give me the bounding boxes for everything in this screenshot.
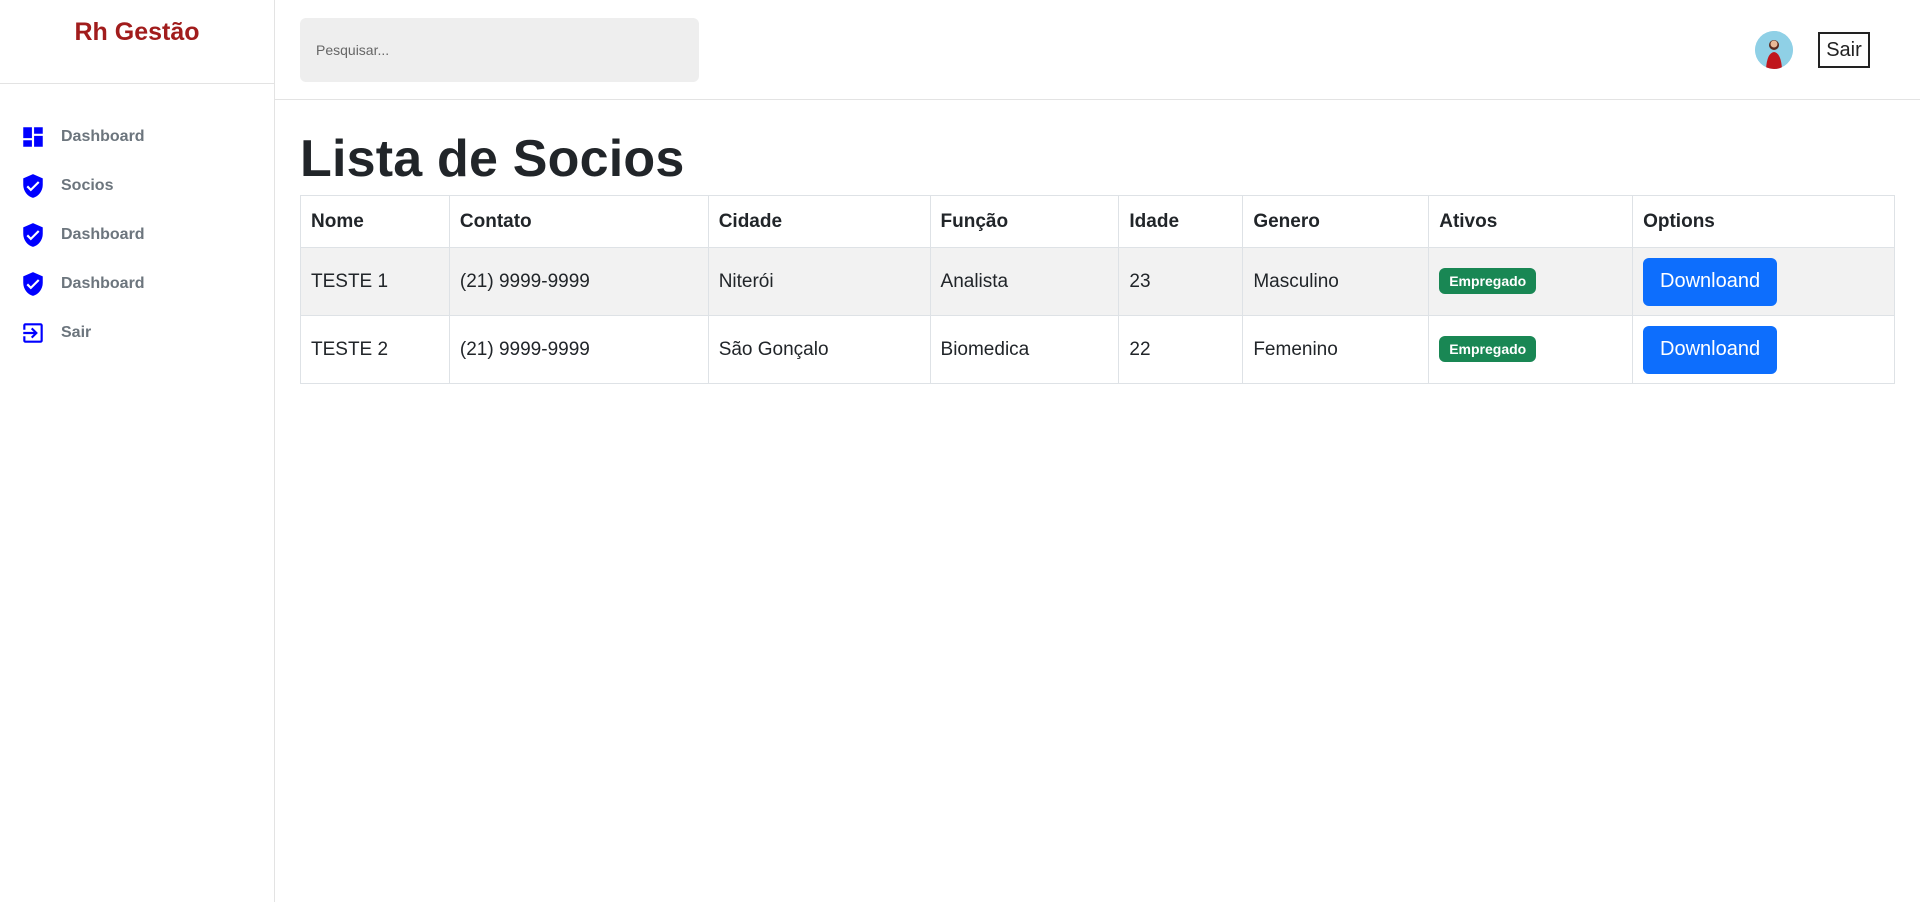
- cell-text: Femenino: [1253, 338, 1338, 360]
- cell-text: 22: [1129, 338, 1151, 360]
- brand-title[interactable]: Rh Gestão: [74, 18, 199, 46]
- main-content: Lista de Socios Nome Contato Cidade Funç…: [300, 100, 1896, 384]
- sidebar-item-dashboard-2[interactable]: Dashboard: [0, 210, 274, 259]
- table-row: TESTE 2 (21) 9999-9999 São Gonçalo Biome…: [300, 315, 1895, 384]
- cell-text: TESTE 2: [311, 338, 389, 360]
- status-badge: Empregado: [1439, 335, 1537, 362]
- top-bar: Sair: [275, 0, 1920, 100]
- sidebar-nav: Dashboard Socios Dashboard Dashboard Sai…: [0, 84, 274, 357]
- dashboard-icon: [20, 124, 46, 150]
- cell-options: Downloand: [1632, 247, 1895, 316]
- cell-cidade: Niterói: [707, 247, 931, 316]
- cell-contato: (21) 9999-9999: [448, 247, 709, 316]
- status-badge: Empregado: [1439, 267, 1537, 294]
- cell-text: Analista: [940, 270, 1009, 292]
- sidebar-item-dashboard[interactable]: Dashboard: [0, 112, 274, 161]
- sidebar-item-socios[interactable]: Socios: [0, 161, 274, 210]
- cell-text: São Gonçalo: [718, 338, 829, 360]
- download-button[interactable]: Downloand: [1643, 325, 1778, 374]
- sidebar-item-label: Dashboard: [61, 274, 145, 292]
- cell-text: Biomedica: [940, 338, 1030, 360]
- column-header-idade: Idade: [1118, 195, 1244, 248]
- shield-check-icon: [20, 271, 46, 297]
- cell-text: Niterói: [718, 270, 774, 292]
- download-button[interactable]: Downloand: [1643, 257, 1778, 306]
- cell-text: (21) 9999-9999: [459, 270, 590, 292]
- cell-idade: 22: [1118, 315, 1244, 384]
- cell-options: Downloand: [1632, 315, 1895, 384]
- sidebar-item-label: Dashboard: [61, 225, 145, 243]
- cell-cidade: São Gonçalo: [707, 315, 931, 384]
- column-header-options: Options: [1632, 195, 1895, 248]
- cell-ativo: Empregado: [1428, 247, 1634, 316]
- cell-funcao: Analista: [929, 247, 1120, 316]
- partners-table: Nome Contato Cidade Função Idade Genero …: [300, 195, 1895, 384]
- column-header-funcao: Função: [929, 195, 1120, 248]
- table-header-row: Nome Contato Cidade Função Idade Genero …: [300, 195, 1895, 248]
- sidebar: Rh Gestão Dashboard Socios Dashboard Das…: [0, 0, 275, 902]
- logout-icon: [20, 320, 46, 346]
- shield-check-icon: [20, 222, 46, 248]
- cell-text: Masculino: [1253, 270, 1339, 292]
- sidebar-item-label: Socios: [61, 176, 114, 194]
- sidebar-item-dashboard-3[interactable]: Dashboard: [0, 259, 274, 308]
- cell-text: TESTE 1: [311, 270, 389, 292]
- cell-funcao: Biomedica: [929, 315, 1120, 384]
- brand: Rh Gestão: [0, 0, 274, 84]
- cell-genero: Masculino: [1242, 247, 1430, 316]
- column-header-contato: Contato: [448, 195, 709, 248]
- sidebar-item-label: Dashboard: [61, 127, 145, 145]
- search-input[interactable]: [300, 18, 699, 82]
- cell-contato: (21) 9999-9999: [448, 315, 709, 384]
- cell-genero: Femenino: [1242, 315, 1430, 384]
- shield-check-icon: [20, 173, 46, 199]
- cell-nome: TESTE 1: [300, 247, 450, 316]
- sidebar-item-sair[interactable]: Sair: [0, 308, 274, 357]
- column-header-genero: Genero: [1242, 195, 1430, 248]
- table-row: TESTE 1 (21) 9999-9999 Niterói Analista …: [300, 247, 1895, 316]
- cell-text: (21) 9999-9999: [459, 338, 590, 360]
- column-header-cidade: Cidade: [707, 195, 931, 248]
- cell-idade: 23: [1118, 247, 1244, 316]
- sidebar-item-label: Sair: [61, 323, 92, 341]
- cell-nome: TESTE 2: [300, 315, 450, 384]
- column-header-ativos: Ativos: [1428, 195, 1634, 248]
- cell-text: 23: [1129, 270, 1151, 292]
- column-header-nome: Nome: [300, 195, 450, 248]
- page-title: Lista de Socios: [300, 130, 685, 188]
- cell-ativo: Empregado: [1428, 315, 1634, 384]
- avatar[interactable]: [1755, 31, 1793, 69]
- logout-button[interactable]: Sair: [1818, 32, 1870, 68]
